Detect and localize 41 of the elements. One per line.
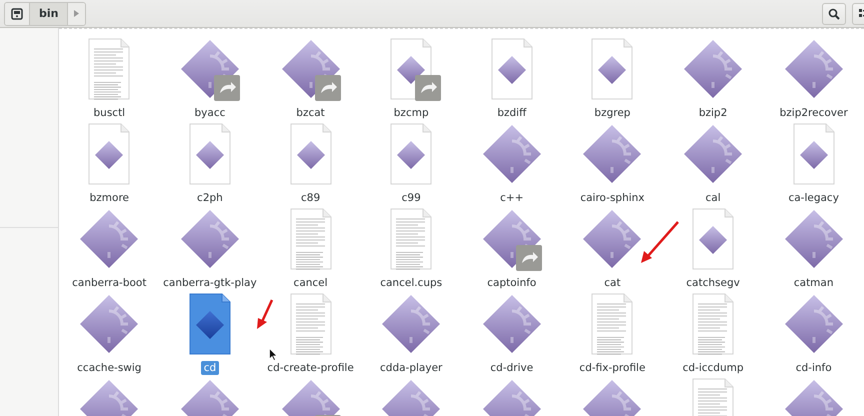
file-item[interactable]: cdda-player xyxy=(360,292,462,377)
file-item[interactable]: ccache-swig xyxy=(59,292,160,377)
file-item[interactable]: ca-legacy xyxy=(763,122,864,207)
file-item[interactable]: cat xyxy=(562,207,663,292)
file-item[interactable]: catchsegv xyxy=(662,207,764,292)
file-item[interactable]: bzip2 xyxy=(662,37,764,122)
annotation-arrow xyxy=(256,298,274,330)
file-item[interactable]: catman xyxy=(763,207,864,292)
right-caret-icon xyxy=(74,10,80,17)
file-item[interactable]: cal xyxy=(662,122,764,207)
file-item[interactable]: cd-info xyxy=(763,292,864,377)
file-item[interactable]: c99 xyxy=(360,122,462,207)
mouse-cursor-icon xyxy=(269,348,278,361)
drive-button[interactable] xyxy=(5,2,30,24)
search-icon xyxy=(828,8,840,20)
file-item[interactable]: cairo-sphinx xyxy=(562,122,663,207)
drive-icon xyxy=(11,8,23,20)
file-item[interactable]: bzdiff xyxy=(462,37,562,122)
file-item[interactable]: cd-fix-profile xyxy=(562,292,663,377)
file-item[interactable]: cancel.cups xyxy=(360,207,462,292)
file-item[interactable]: busctl xyxy=(59,37,160,122)
path-forward-button[interactable] xyxy=(68,2,86,24)
file-item[interactable]: bzgrep xyxy=(562,37,663,122)
file-item[interactable]: bzip2recover xyxy=(763,37,864,122)
annotation-arrow xyxy=(640,220,680,264)
file-item[interactable]: captoinfo xyxy=(462,207,562,292)
file-item[interactable]: c++ xyxy=(462,122,562,207)
file-item[interactable]: byacc xyxy=(160,37,260,122)
file-item[interactable]: cancel xyxy=(260,207,361,292)
file-item[interactable]: cd-iccdump xyxy=(662,292,764,377)
file-item[interactable]: c89 xyxy=(260,122,361,207)
path-button[interactable]: bin xyxy=(30,2,68,24)
search-button[interactable] xyxy=(822,2,846,24)
file-item[interactable]: bzmore xyxy=(59,122,160,207)
file-item[interactable]: canberra-boot xyxy=(59,207,160,292)
file-item[interactable]: bzcat xyxy=(260,37,361,122)
file-item[interactable]: canberra-gtk-play xyxy=(160,207,260,292)
file-item[interactable]: bzcmp xyxy=(360,37,462,122)
file-item[interactable]: cd-create-profile xyxy=(260,292,361,377)
file-item[interactable]: c2ph xyxy=(160,122,260,207)
file-item[interactable]: cd-drive xyxy=(462,292,562,377)
